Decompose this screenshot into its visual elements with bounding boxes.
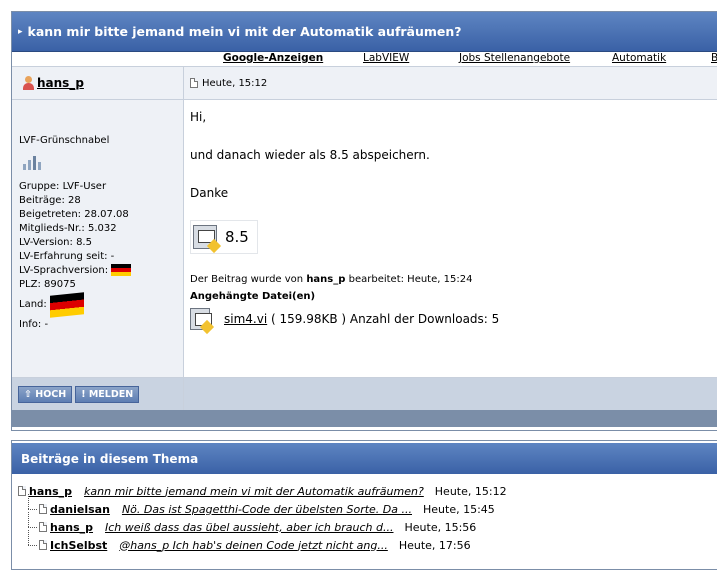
post-content: Hi, und danach wieder als 8.5 abspeicher…	[184, 100, 717, 377]
post-icon	[39, 504, 47, 514]
post-frame: ▸ kann mir bitte jemand mein vi mit der …	[11, 11, 717, 431]
profile-group: Gruppe: LVF-User	[19, 181, 107, 192]
post-icon	[39, 522, 47, 532]
post-body: LVF-Grünschnabel Gruppe: LVF-User Beiträ…	[12, 100, 717, 377]
thread-item[interactable]: IchSelbst @hans_p Ich hab's deinen Code …	[18, 530, 717, 554]
thread-item-author[interactable]: hans_p	[50, 521, 93, 534]
post-line-greeting: Hi,	[190, 110, 207, 124]
ad-bar: Google-Anzeigen LabVIEW Jobs Stellenange…	[12, 52, 717, 66]
attachment-downloads: Anzahl der Downloads: 5	[349, 312, 500, 326]
thread-item-author[interactable]: IchSelbst	[50, 539, 107, 552]
attachment-size: ( 159.98KB )	[271, 312, 347, 326]
profile-info: Info: -	[19, 319, 49, 330]
bottom-strip	[12, 410, 717, 427]
thread-list-heading: Beiträge in diesem Thema	[12, 443, 717, 474]
ad-link-more[interactable]: B	[711, 52, 717, 64]
profile-posts: Beiträge: 28	[19, 195, 81, 206]
post-icon	[18, 486, 26, 496]
thread-item-author[interactable]: danielsan	[50, 503, 110, 516]
edit-note-suffix: bearbeitet: Heute, 15:24	[348, 274, 473, 285]
attachment-link[interactable]: sim4.vi	[224, 312, 267, 326]
thread-item-time: Heute, 17:56	[398, 538, 471, 552]
user-icon	[22, 76, 34, 90]
ad-link-jobs[interactable]: Jobs Stellenangebote	[459, 52, 570, 64]
profile-language-row: LV-Sprachversion:	[19, 264, 183, 278]
ad-link-automatik[interactable]: Automatik	[612, 52, 666, 64]
post-line-request: und danach wieder als 8.5 abspeichern.	[190, 148, 430, 162]
post-actions: ⇧ HOCH ! MELDEN	[12, 378, 184, 410]
vi-version: 8.5	[225, 228, 249, 246]
germany-flag-icon	[49, 292, 84, 318]
profile-language: LV-Sprachversion:	[19, 265, 109, 276]
footer-filler	[184, 378, 717, 410]
profile-member-no: Mitglieds-Nr.: 5.032	[19, 223, 117, 234]
attachments-heading: Angehängte Datei(en)	[190, 291, 316, 302]
thread-item-time: Heute, 15:56	[404, 520, 477, 534]
edit-note-prefix: Der Beitrag wurde von	[190, 274, 304, 285]
google-ads-label[interactable]: Google-Anzeigen	[223, 52, 323, 64]
profile-country: Land:	[19, 299, 47, 310]
thread-item[interactable]: hans_p kann mir bitte jemand mein vi mit…	[18, 482, 717, 500]
labview-vi-icon	[193, 225, 217, 249]
ad-link-labview[interactable]: LabVIEW	[363, 52, 409, 64]
thread-item-subject[interactable]: Ich weiß dass das übel aussieht, aber ic…	[105, 521, 393, 534]
thread-item-time: Heute, 15:12	[434, 484, 507, 498]
arrow-right-icon: ▸	[18, 26, 23, 37]
vi-version-badge: 8.5	[190, 220, 258, 254]
author-cell: hans_p	[12, 67, 184, 99]
thread-tree: hans_p kann mir bitte jemand mein vi mit…	[12, 474, 717, 554]
post-icon	[39, 540, 47, 550]
thread-item-time: Heute, 15:45	[423, 502, 495, 516]
author-link[interactable]: hans_p	[37, 76, 84, 90]
profile-joined: Beigetreten: 28.07.08	[19, 209, 129, 220]
post-footer: ⇧ HOCH ! MELDEN	[12, 377, 717, 410]
thread-item-subject[interactable]: @hans_p Ich hab's deinen Code jetzt nich…	[119, 539, 388, 552]
post-header: hans_p Heute, 15:12	[12, 66, 717, 100]
post-icon	[190, 78, 198, 88]
profile-plz: PLZ: 89075	[19, 279, 76, 290]
profile-country-row: Land:	[19, 292, 183, 318]
profile-lv-experience: LV-Erfahrung seit: -	[19, 251, 115, 262]
thread-list-frame: Beiträge in diesem Thema hans_p kann mir…	[11, 440, 717, 570]
thread-item-subject[interactable]: Nö. Das ist Spagetthi-Code der übelsten …	[122, 503, 412, 516]
rank-bars-icon	[21, 152, 43, 170]
post-line-thanks: Danke	[190, 186, 229, 200]
thread-item-subject[interactable]: kann mir bitte jemand mein vi mit der Au…	[84, 485, 424, 498]
german-flag-icon	[111, 264, 132, 276]
thread-item[interactable]: danielsan Nö. Das ist Spagetthi-Code der…	[18, 494, 717, 518]
timestamp-cell: Heute, 15:12	[184, 67, 717, 99]
top-button[interactable]: ⇧ HOCH	[18, 385, 73, 403]
author-profile: LVF-Grünschnabel Gruppe: LVF-User Beiträ…	[12, 100, 184, 377]
report-button[interactable]: ! MELDEN	[75, 385, 140, 403]
vi-file-icon	[190, 308, 212, 330]
user-rank: LVF-Grünschnabel	[19, 135, 110, 146]
thread-title: kann mir bitte jemand mein vi mit der Au…	[27, 24, 462, 39]
thread-title-bar: ▸ kann mir bitte jemand mein vi mit der …	[12, 12, 717, 52]
thread-item[interactable]: hans_p Ich weiß dass das übel aussieht, …	[18, 512, 717, 536]
attachment-row: sim4.vi ( 159.98KB ) Anzahl der Download…	[190, 308, 717, 330]
post-timestamp: Heute, 15:12	[202, 77, 268, 89]
thread-item-author[interactable]: hans_p	[29, 485, 72, 498]
edit-note-user: hans_p	[306, 274, 346, 285]
edit-note: Der Beitrag wurde von hans_p bearbeitet:…	[190, 274, 717, 285]
profile-lv-version: LV-Version: 8.5	[19, 237, 92, 248]
